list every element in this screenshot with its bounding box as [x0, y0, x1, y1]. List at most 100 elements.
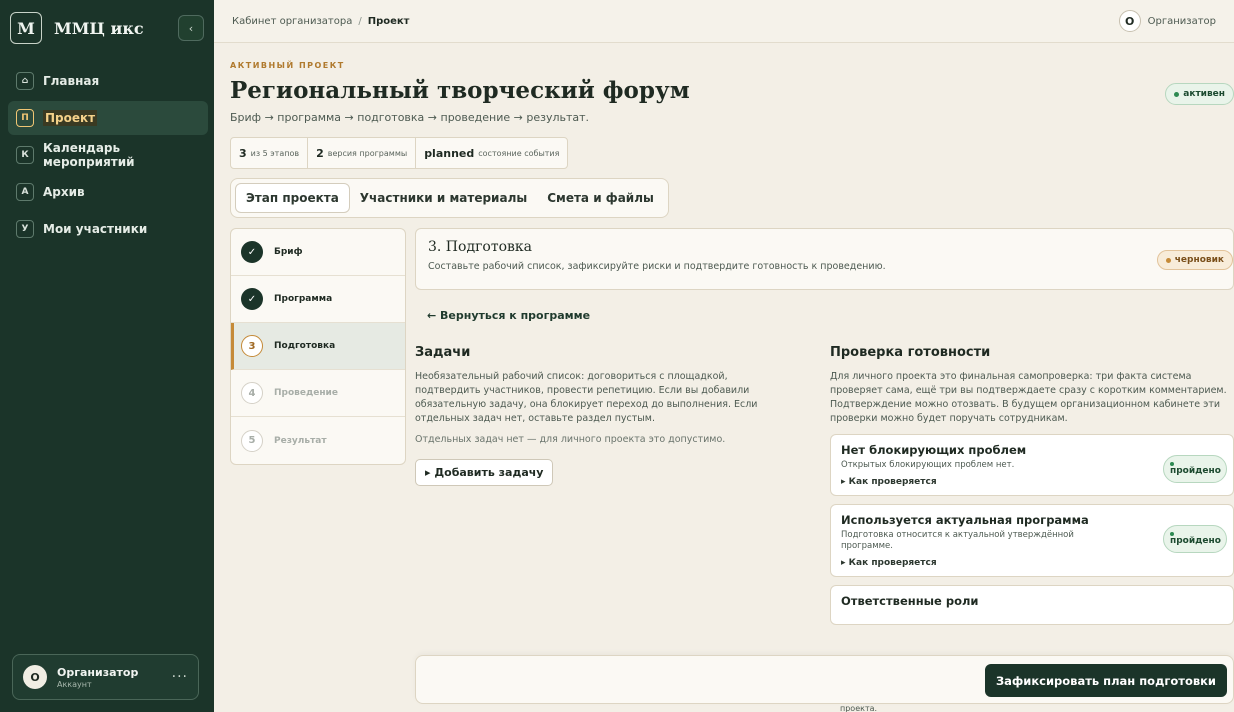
stat-value: planned	[424, 146, 475, 160]
step-label: Результат	[274, 435, 327, 446]
collapse-sidebar-button[interactable]: ‹	[178, 15, 204, 41]
readiness-description: Для личного проекта это финальная самопр…	[830, 371, 1227, 424]
calendar-icon: К	[16, 146, 34, 164]
readiness-check-responsible-roles: Ответственные роли	[830, 585, 1234, 625]
passed-badge: пройдено	[1163, 525, 1227, 553]
draft-badge: черновик	[1156, 250, 1233, 270]
draft-label: черновик	[1174, 255, 1224, 265]
check-title: Нет блокирующих проблем	[841, 443, 1027, 457]
page-title: Региональный творческий форум	[230, 77, 690, 104]
sidebar-item-participants[interactable]: У Мои участники	[8, 212, 208, 246]
sidebar-item-label: Главная	[43, 74, 100, 88]
sidebar-item-label: Архив	[43, 185, 85, 199]
fix-preparation-plan-button[interactable]: Зафиксировать план подготовки	[984, 664, 1227, 697]
sidebar-item-label: Проект	[43, 110, 98, 126]
user-name: Организатор	[1147, 15, 1216, 27]
step-brief[interactable]: ✓ Бриф	[231, 229, 405, 276]
account-name: Организатор	[57, 665, 139, 679]
tasks-section: Задачи Необязательный рабочий список: до…	[415, 345, 785, 486]
readiness-check-current-program: Используется актуальная программа Подгот…	[830, 504, 1234, 577]
back-to-program-link[interactable]: ← Вернуться к программе	[427, 309, 590, 322]
tasks-description: Необязательный рабочий список: договорит…	[415, 371, 758, 424]
step-number: 5	[241, 429, 263, 452]
step-preparation[interactable]: 3 Подготовка	[231, 323, 405, 370]
readiness-check-no-blockers: Нет блокирующих проблем Открытых блокиру…	[830, 434, 1234, 496]
passed-badge: пройдено	[1163, 455, 1227, 483]
add-task-button[interactable]: ▸ Добавить задачу	[415, 459, 554, 486]
tab-project-stage[interactable]: Этап проекта	[235, 183, 350, 213]
status-dot-icon	[1165, 257, 1171, 263]
how-checked-toggle[interactable]: ▸ Как проверяется	[841, 558, 1223, 568]
sidebar-item-archive[interactable]: А Архив	[8, 175, 208, 209]
check-icon: ✓	[241, 241, 263, 263]
sidebar-item-label: Мои участники	[43, 222, 148, 236]
breadcrumb-root[interactable]: Кабинет организатора	[232, 16, 352, 27]
home-icon: ⌂	[16, 72, 34, 90]
stage-title: 3. Подготовка	[428, 239, 532, 255]
page-subtitle: Бриф → программа → подготовка → проведен…	[230, 111, 590, 124]
stat-event-state: planned состояние события	[416, 138, 567, 168]
check-description-tail: проекта.	[840, 704, 878, 712]
step-label: Подготовка	[274, 341, 336, 351]
stat-label: состояние события	[478, 148, 560, 158]
check-title: Используется актуальная программа	[841, 513, 1089, 527]
sidebar-item-calendar[interactable]: К Календарь мероприятий	[8, 138, 208, 172]
step-execution[interactable]: 4 Проведение	[231, 370, 405, 417]
stat-label: версия программы	[327, 148, 408, 158]
stat-value: 2	[316, 146, 324, 160]
breadcrumb-separator: /	[358, 15, 362, 27]
account-text: Организатор Аккаунт	[57, 666, 138, 689]
step-result[interactable]: 5 Результат	[231, 417, 405, 464]
how-checked-toggle[interactable]: ▸ Как проверяется	[841, 477, 1223, 487]
breadcrumb-current: Проект	[367, 15, 410, 27]
breadcrumb: Кабинет организатора / Проект	[232, 16, 409, 27]
stat-value: 3	[239, 146, 247, 160]
avatar: О	[23, 665, 47, 689]
tasks-empty-note: Отдельных задач нет — для личного проект…	[415, 434, 726, 445]
app-name: ММЦ икс	[54, 18, 144, 38]
stage-description: Составьте рабочий список, зафиксируйте р…	[428, 261, 886, 272]
page-eyebrow: АКТИВНЫЙ ПРОЕКТ	[230, 61, 345, 70]
check-icon: ✓	[241, 288, 263, 310]
status-label: активен	[1183, 89, 1225, 99]
stage-header-card: 3. Подготовка Составьте рабочий список, …	[415, 228, 1234, 290]
step-number: 4	[241, 382, 263, 404]
topbar: Кабинет организатора / Проект О Организато…	[214, 0, 1234, 43]
passed-label: пройдено	[1170, 536, 1221, 546]
sidebar: М ММЦ икс ‹ ⌂ Главная П Проект К Календа…	[0, 0, 214, 712]
step-program[interactable]: ✓ Программа	[231, 276, 405, 323]
passed-label: пройдено	[1170, 466, 1221, 476]
participants-icon: У	[16, 220, 34, 238]
sidebar-nav: ⌂ Главная П Проект К Календарь мероприят…	[0, 64, 214, 246]
sidebar-item-label: Календарь мероприятий	[43, 141, 135, 169]
stat-stages: 3 из 5 этапов	[231, 138, 309, 168]
tab-budget-files[interactable]: Смета и файлы	[537, 183, 664, 213]
step-label: Программа	[274, 294, 333, 304]
archive-icon: А	[16, 183, 34, 201]
brand: М ММЦ икс ‹	[0, 0, 214, 56]
sidebar-item-project[interactable]: П Проект	[8, 101, 208, 135]
more-icon[interactable]: ···	[172, 669, 188, 685]
account-menu[interactable]: О Организатор Аккаунт ···	[12, 654, 199, 700]
sidebar-item-home[interactable]: ⌂ Главная	[8, 64, 208, 98]
check-title: Ответственные роли	[841, 594, 979, 608]
project-stats: 3 из 5 этапов 2 версия программы planned со…	[230, 137, 569, 169]
status-dot-icon	[1174, 91, 1180, 97]
stat-version: 2 версия программы	[308, 138, 417, 168]
app-logo: М	[10, 12, 42, 44]
chevron-left-icon: ‹	[188, 21, 194, 35]
project-icon: П	[16, 109, 34, 127]
main-content: АКТИВНЫЙ ПРОЕКТ Региональный творческий …	[230, 43, 1234, 712]
step-label: Бриф	[274, 247, 303, 257]
step-label: Проведение	[274, 388, 338, 398]
check-description: Подготовка относится к актуальной утверж…	[841, 530, 1074, 551]
status-badge: активен	[1165, 83, 1234, 105]
stat-label: из 5 этапов	[250, 148, 300, 158]
user-chip[interactable]: О Организатор	[1118, 10, 1216, 32]
tasks-title: Задачи	[415, 345, 471, 360]
step-number: 3	[241, 335, 263, 357]
readiness-title: Проверка готовности	[830, 345, 991, 360]
avatar: О	[1118, 10, 1141, 32]
tab-participants-materials[interactable]: Участники и материалы	[350, 183, 537, 213]
stage-stepper: ✓ Бриф ✓ Программа 3 Подготовка 4 Проведение…	[230, 228, 406, 465]
